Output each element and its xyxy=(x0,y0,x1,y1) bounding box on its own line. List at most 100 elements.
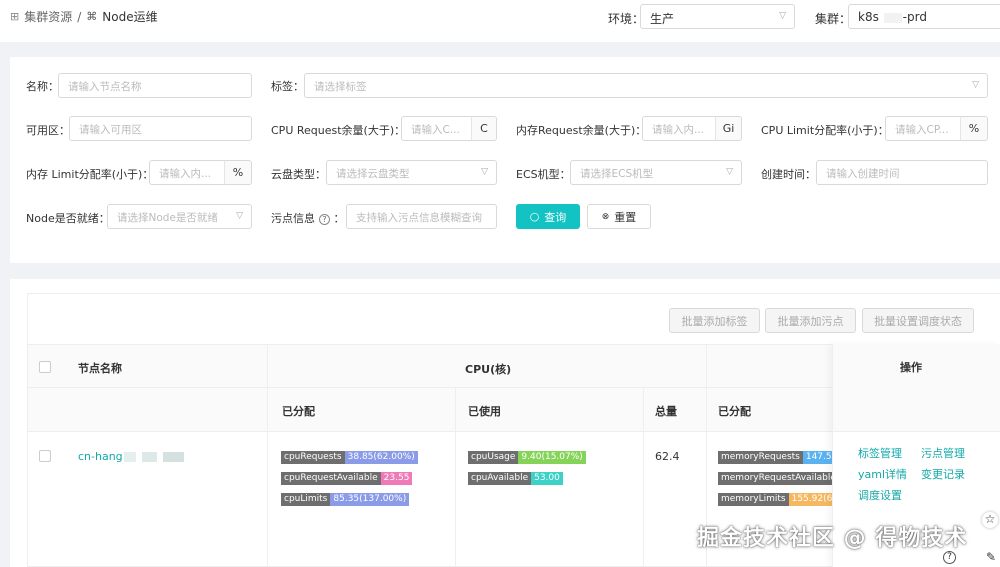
schedule-settings-link[interactable]: 调度设置 xyxy=(858,487,902,503)
search-button-label: 查询 xyxy=(544,210,567,224)
cpu-usage-tag: cpuUsage 9.40(15.07%) xyxy=(468,451,586,464)
chevron-down-icon: ▽ xyxy=(779,11,786,21)
help-icon[interactable]: ? xyxy=(943,551,956,564)
tag-value: 53.00 xyxy=(531,472,563,485)
mem-limits-tag: memoryLimits155.92(66 xyxy=(718,493,832,506)
search-button[interactable]: ○ 查询 xyxy=(516,204,580,229)
redacted-mask xyxy=(123,452,184,462)
zone-input[interactable]: 请输入可用区 xyxy=(69,116,252,141)
redacted-mask xyxy=(883,12,902,23)
tag-select-placeholder: 请选择标签 xyxy=(314,81,367,93)
tag-value: 85.35(137.00%) xyxy=(330,493,410,506)
tag-value: 9.40(15.07%) xyxy=(518,451,586,464)
cpu-limit-input[interactable]: 请输入CP... xyxy=(885,116,961,141)
disk-type-select[interactable]: 请选择云盘类型 ▽ xyxy=(326,160,497,185)
node-ready-label: Node是否就绪： xyxy=(26,212,110,225)
divider xyxy=(706,388,707,432)
col-cpu: CPU(核) xyxy=(465,363,512,376)
cpu-limit-unit: % xyxy=(960,116,988,141)
batch-add-taint-button[interactable]: 批量添加污点 xyxy=(765,308,856,333)
cpu-request-input[interactable]: 请输入C... xyxy=(401,116,472,141)
disk-type-label: 云盘类型： xyxy=(271,168,326,181)
mem-request-label: 内存Request余量(大于)： xyxy=(516,124,647,137)
cluster-select[interactable]: k8s -prd xyxy=(848,4,1000,29)
node-name-link[interactable]: cn-hang xyxy=(78,450,185,463)
env-value: 生产 xyxy=(650,12,675,26)
watermark: 掘金技术社区 @ 得物技术 xyxy=(697,526,968,551)
operations-header: 操作 xyxy=(833,344,1000,432)
change-history-link[interactable]: 变更记录 xyxy=(921,466,965,482)
node-ready-select[interactable]: 请选择Node是否就绪 ▽ xyxy=(107,204,252,229)
cpu-available-tag: cpuAvailable 53.00 xyxy=(468,472,563,485)
help-icon[interactable]: ? xyxy=(319,213,330,225)
cluster-prefix: k8s xyxy=(858,10,879,24)
col-cpu-allocated: 已分配 xyxy=(282,405,315,418)
cluster-suffix: -prd xyxy=(902,10,927,24)
tag-value: 147.54 xyxy=(802,451,832,464)
breadcrumb-separator: / xyxy=(77,9,82,24)
chevron-down-icon: ▽ xyxy=(481,167,488,177)
tag-value: 155.92(66 xyxy=(788,493,832,506)
mem-limit-input[interactable]: 请输入内... xyxy=(149,160,225,185)
tag-value: 38.85(62.00%) xyxy=(344,451,418,464)
tag-select[interactable]: 请选择标签 ▽ xyxy=(304,73,988,98)
ecs-type-placeholder: 请选择ECS机型 xyxy=(580,168,654,180)
col-operations: 操作 xyxy=(900,361,922,374)
chevron-down-icon: ▽ xyxy=(236,211,243,221)
yaml-detail-link[interactable]: yaml详情 xyxy=(858,466,907,482)
edit-icon[interactable]: ✎ xyxy=(983,550,999,566)
tag-key: cpuRequests xyxy=(281,451,345,464)
zone-label: 可用区： xyxy=(26,124,70,137)
col-cpu-total: 总量 xyxy=(655,405,677,418)
tag-key: cpuLimits xyxy=(281,493,331,506)
created-time-input[interactable]: 请输入创建时间 xyxy=(816,160,988,185)
label-management-link[interactable]: 标签管理 xyxy=(858,445,902,461)
created-time-label: 创建时间： xyxy=(761,168,816,181)
col-node-name: 节点名称 xyxy=(78,362,122,375)
taint-management-link[interactable]: 污点管理 xyxy=(921,445,965,461)
cpu-limit-label: CPU Limit分配率(小于)： xyxy=(761,124,889,137)
chevron-down-icon: ▽ xyxy=(972,80,979,90)
node-name-text: cn-hang xyxy=(78,450,123,463)
node-ops-icon: ⌘ xyxy=(86,10,98,23)
chevron-down-icon: ▽ xyxy=(726,167,733,177)
top-bar: ⊞ 集群资源 / ⌘ Node运维 环境： 生产 ▽ 集群： k8s -prd xyxy=(0,0,1000,42)
cpu-limits-tag: cpuLimits 85.35(137.00%) xyxy=(281,493,410,506)
taint-info-input[interactable]: 支持输入污点信息模糊查询 xyxy=(346,204,497,229)
cluster-label: 集群： xyxy=(815,12,852,26)
breadcrumb-parent[interactable]: 集群资源 xyxy=(24,8,72,25)
mem-request-input[interactable]: 请输入内... xyxy=(642,116,716,141)
ecs-type-select[interactable]: 请选择ECS机型 ▽ xyxy=(570,160,742,185)
batch-schedule-button[interactable]: 批量设置调度状态 xyxy=(862,308,974,333)
name-label: 名称： xyxy=(26,80,59,93)
batch-add-label-button[interactable]: 批量添加标签 xyxy=(669,308,760,333)
name-input[interactable]: 请输入节点名称 xyxy=(58,73,252,98)
reset-button[interactable]: ⊗ 重置 xyxy=(587,204,651,229)
env-select[interactable]: 生产 ▽ xyxy=(640,4,795,29)
breadcrumb-current: Node运维 xyxy=(102,10,158,24)
taint-info-label: 污点信息? ： xyxy=(271,212,345,225)
tag-label: 标签： xyxy=(271,80,304,93)
divider xyxy=(267,432,268,567)
tag-key: cpuRequestAvailable xyxy=(281,472,381,485)
row-checkbox[interactable] xyxy=(39,450,51,462)
mem-requests-tag: memoryRequests147.54 xyxy=(718,451,832,464)
tag-key: cpuAvailable xyxy=(468,472,532,485)
mem-request-available-tag: memoryRequestAvailable xyxy=(718,472,832,485)
tag-key: cpuUsage xyxy=(468,451,519,464)
reset-icon: ⊗ xyxy=(601,211,610,222)
breadcrumb: ⊞ 集群资源 / ⌘ Node运维 xyxy=(10,8,158,25)
select-all-checkbox[interactable] xyxy=(39,361,51,373)
divider xyxy=(643,388,644,432)
divider xyxy=(706,345,707,389)
favorite-icon[interactable]: ☆ xyxy=(982,512,998,528)
cpu-total-value: 62.4 xyxy=(655,450,680,463)
divider xyxy=(455,432,456,567)
divider xyxy=(643,432,644,567)
mem-request-unit: Gi xyxy=(715,116,742,141)
ecs-type-label: ECS机型： xyxy=(516,168,571,181)
cpu-requests-tag: cpuRequests 38.85(62.00%) xyxy=(281,451,418,464)
mem-limit-unit: % xyxy=(224,160,252,185)
disk-type-placeholder: 请选择云盘类型 xyxy=(336,168,410,180)
filter-panel: 名称： 请输入节点名称 标签： 请选择标签 ▽ 可用区： 请输入可用区 CPU … xyxy=(10,57,1000,263)
